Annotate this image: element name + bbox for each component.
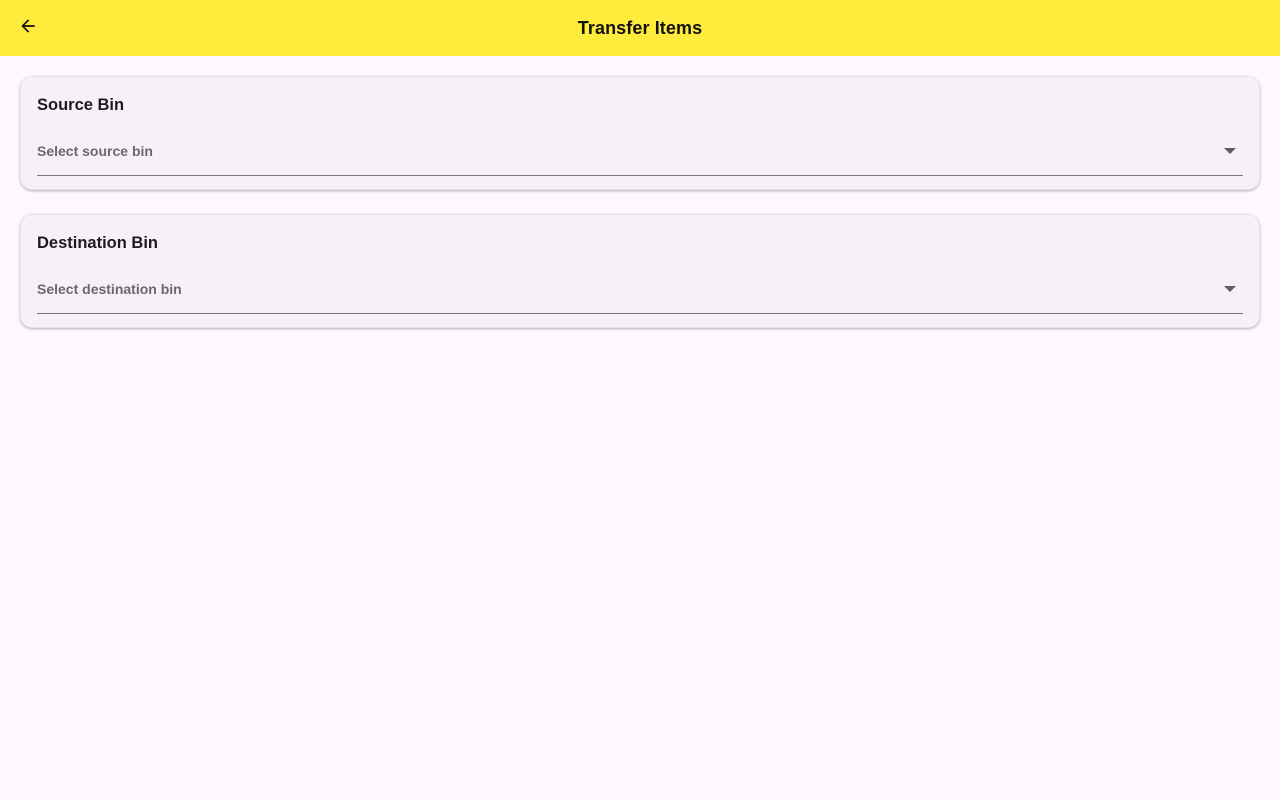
page-title: Transfer Items [577,17,703,38]
app-bar: Transfer Items [0,0,1280,56]
destination-bin-dropdown[interactable]: Select destination bin [37,267,1243,314]
source-bin-dropdown[interactable]: Select source bin [37,129,1243,176]
main-content: Source Bin Select source bin Destination… [20,76,1260,352]
destination-bin-card: Destination Bin Select destination bin [20,214,1260,328]
source-bin-title: Source Bin [37,96,125,114]
source-bin-placeholder: Select source bin [37,142,153,159]
caret-down-icon [1223,282,1237,296]
arrow-left-icon [18,16,38,41]
caret-down-icon [1223,144,1237,158]
destination-bin-title: Destination Bin [37,234,159,252]
source-bin-card: Source Bin Select source bin [20,76,1260,190]
back-button[interactable] [8,8,48,48]
destination-bin-placeholder: Select destination bin [37,280,182,297]
